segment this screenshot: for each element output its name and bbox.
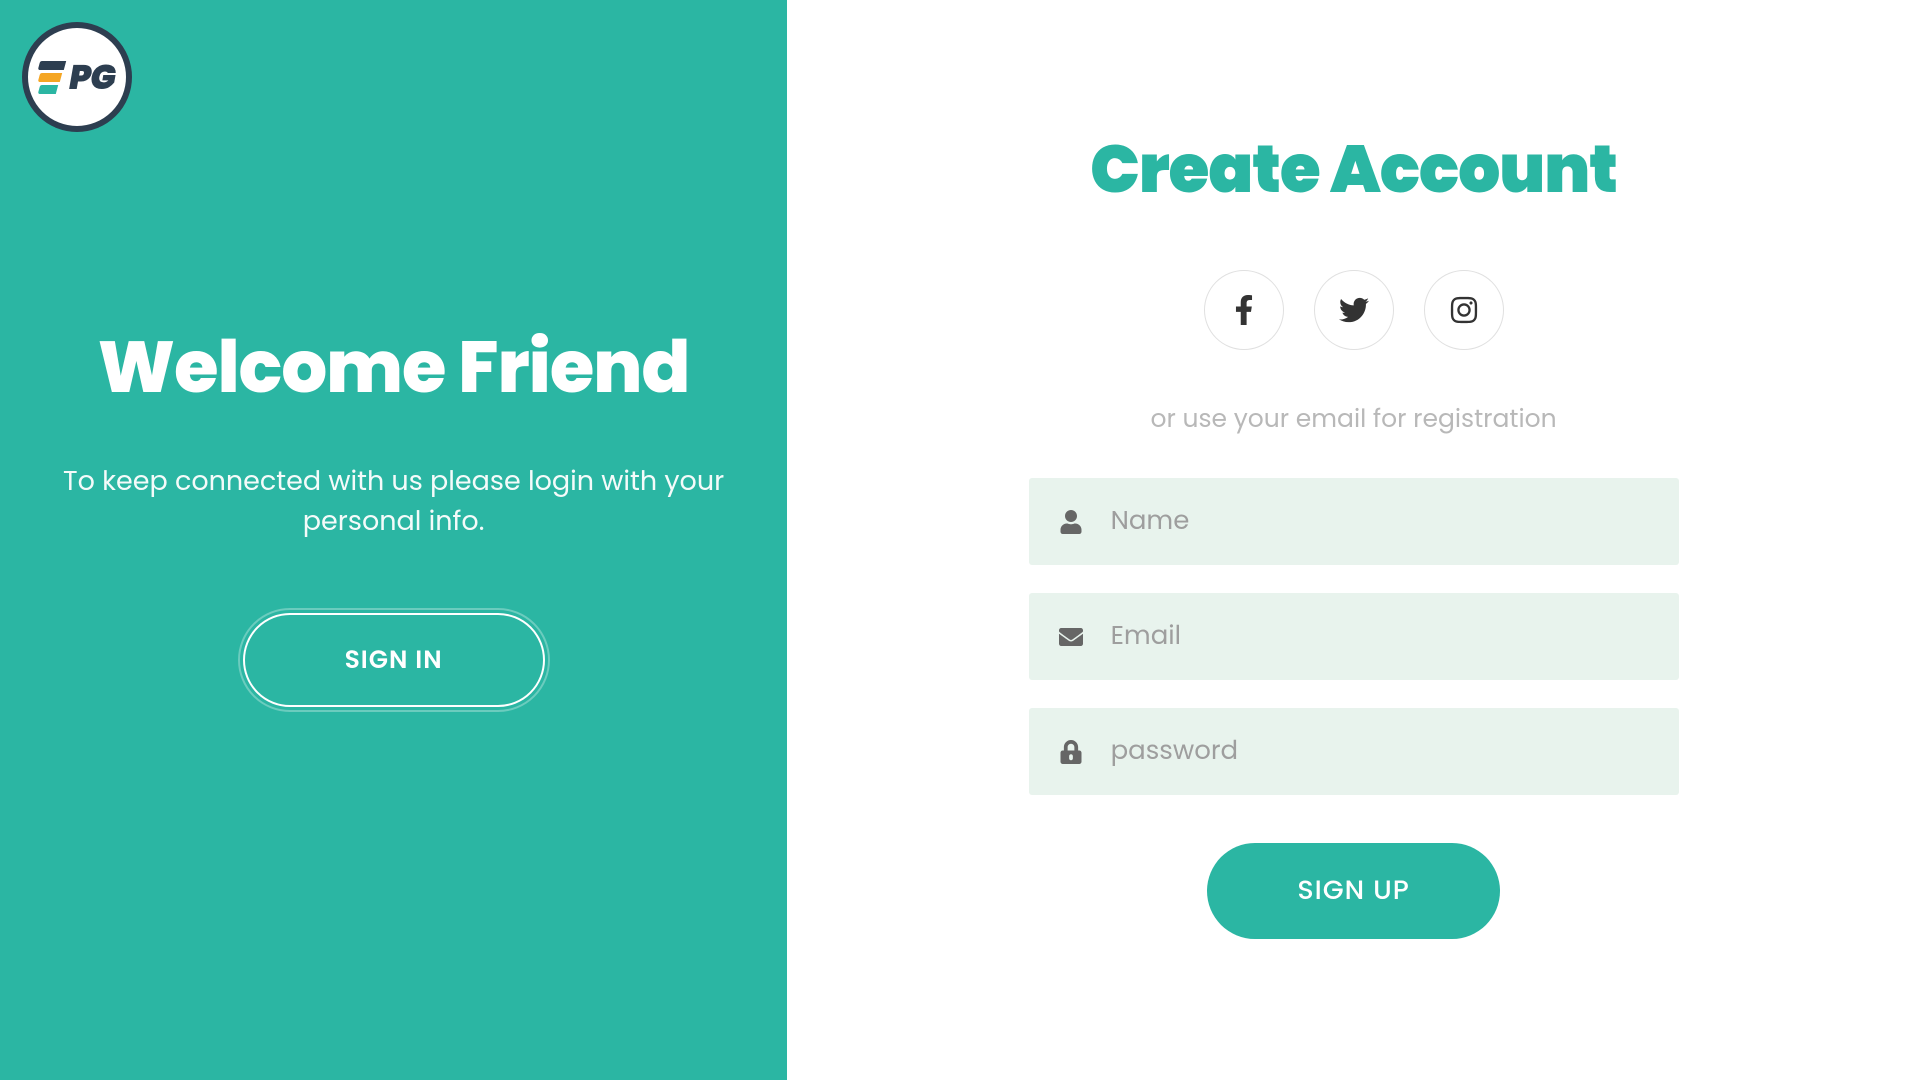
logo: PG	[22, 22, 132, 132]
social-row	[1204, 270, 1504, 350]
signin-button[interactable]: SIGN IN	[243, 613, 545, 707]
facebook-button[interactable]	[1204, 270, 1284, 350]
twitter-icon	[1339, 295, 1369, 325]
email-input[interactable]	[1111, 617, 1649, 656]
welcome-title: Welcome Friend	[60, 314, 727, 422]
right-content: Create Account or use your email for reg…	[1029, 121, 1679, 939]
lock-icon	[1059, 740, 1083, 764]
instagram-icon	[1449, 295, 1479, 325]
logo-inner: PG	[39, 52, 115, 103]
logo-stripes-icon	[39, 61, 65, 94]
twitter-button[interactable]	[1314, 270, 1394, 350]
email-field-group	[1029, 593, 1679, 680]
instagram-button[interactable]	[1424, 270, 1504, 350]
left-panel: PG Welcome Friend To keep connected with…	[0, 0, 787, 1080]
create-account-title: Create Account	[1090, 121, 1617, 220]
logo-text: PG	[69, 52, 115, 103]
signup-button[interactable]: SIGN UP	[1207, 843, 1500, 939]
facebook-icon	[1229, 295, 1259, 325]
name-input[interactable]	[1111, 502, 1649, 541]
name-field-group	[1029, 478, 1679, 565]
password-input[interactable]	[1111, 732, 1649, 771]
or-text: or use your email for registration	[1151, 400, 1557, 438]
password-field-group	[1029, 708, 1679, 795]
envelope-icon	[1059, 625, 1083, 649]
user-icon	[1059, 510, 1083, 534]
welcome-content: Welcome Friend To keep connected with us…	[0, 314, 787, 707]
welcome-subtitle: To keep connected with us please login w…	[60, 462, 727, 543]
right-panel: Create Account or use your email for reg…	[787, 0, 1920, 1080]
